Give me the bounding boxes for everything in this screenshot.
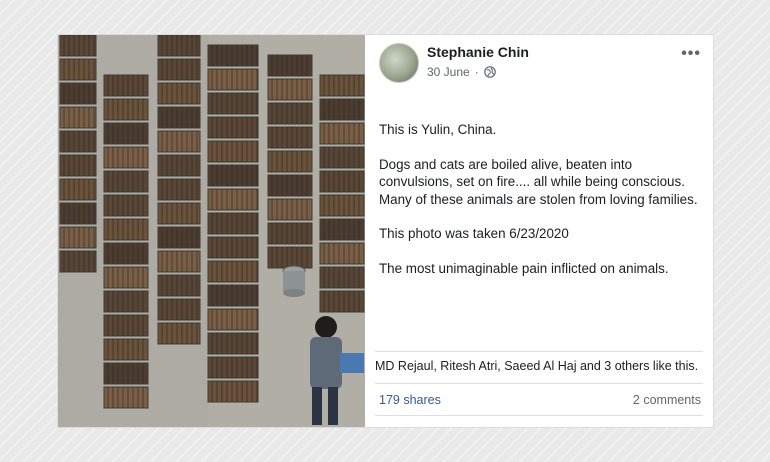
cage [207,380,259,403]
cage [319,170,365,193]
comments-count[interactable]: 2 comments [633,393,701,407]
post-stats: 179 shares 2 comments [379,393,701,407]
cage [103,146,149,169]
cage [267,246,313,269]
cage [59,178,97,201]
post-paragraph: The most unimaginable pain inflicted on … [379,260,669,276]
cage [59,250,97,273]
cage [319,266,365,289]
cage [319,290,365,313]
cage [157,226,201,249]
cage [103,74,149,97]
post-meta: 30 June · [427,65,496,79]
cage [319,194,365,217]
cage [207,260,259,283]
cage [319,122,365,145]
cage [157,298,201,321]
divider [375,351,703,352]
cage [157,58,201,81]
author-name[interactable]: Stephanie Chin [427,44,529,60]
cage [207,236,259,259]
cage [103,362,149,385]
cage [207,188,259,211]
post-paragraph: Dogs and cats are boiled alive, beaten i… [379,156,698,207]
cage [59,35,97,57]
cage [59,58,97,81]
cage [207,332,259,355]
post-paragraph: This is Yulin, China. [379,122,497,137]
cage [157,322,201,345]
post-date[interactable]: 30 June [427,65,470,79]
cage [103,218,149,241]
cage [103,314,149,337]
cage [103,98,149,121]
cage [207,140,259,163]
cage [267,222,313,245]
cage [207,308,259,331]
cage [59,202,97,225]
cage [103,338,149,361]
cage [59,154,97,177]
cage [157,154,201,177]
cage [157,130,201,153]
cage [267,198,313,221]
cage [207,284,259,307]
post-text: This is Yulin, China. Dogs and cats are … [379,121,705,294]
cage [319,146,365,169]
cage [157,274,201,297]
cage [59,130,97,153]
likes-summary[interactable]: MD Rejaul, Ritesh Atri, Saeed Al Haj and… [375,359,703,373]
cage [103,170,149,193]
facebook-post-card: Stephanie Chin 30 June · ••• This is Yul… [58,35,713,427]
cage [207,164,259,187]
cage [267,126,313,149]
cage [103,386,149,409]
cage [267,174,313,197]
cage [207,68,259,91]
post-paragraph: This photo was taken 6/23/2020 [379,226,569,241]
cage [207,116,259,139]
cage [267,78,313,101]
cage [319,98,365,121]
cage [207,92,259,115]
cage [103,290,149,313]
cage [103,194,149,217]
cage [207,44,259,67]
cage [103,122,149,145]
cage [319,74,365,97]
cage [157,35,201,57]
cage [319,242,365,265]
cage [267,150,313,173]
cage [157,178,201,201]
cage [267,102,313,125]
cages-photo-illustration [58,35,365,427]
cage [59,106,97,129]
cage [267,54,313,77]
globe-icon [483,66,496,78]
cage [157,106,201,129]
author-avatar[interactable] [379,43,419,83]
divider [375,383,703,384]
cage [157,202,201,225]
divider [375,415,703,416]
cage [59,226,97,249]
cage [207,356,259,379]
cage [207,212,259,235]
cage [103,266,149,289]
post-content-panel: Stephanie Chin 30 June · ••• This is Yul… [365,35,713,427]
more-options-button[interactable]: ••• [681,45,701,63]
cage [157,82,201,105]
cage [59,82,97,105]
cage [319,218,365,241]
post-photo[interactable] [58,35,365,427]
post-header: Stephanie Chin 30 June · ••• [379,43,701,83]
cage [157,250,201,273]
shares-count[interactable]: 179 shares [379,393,441,407]
cage [103,242,149,265]
